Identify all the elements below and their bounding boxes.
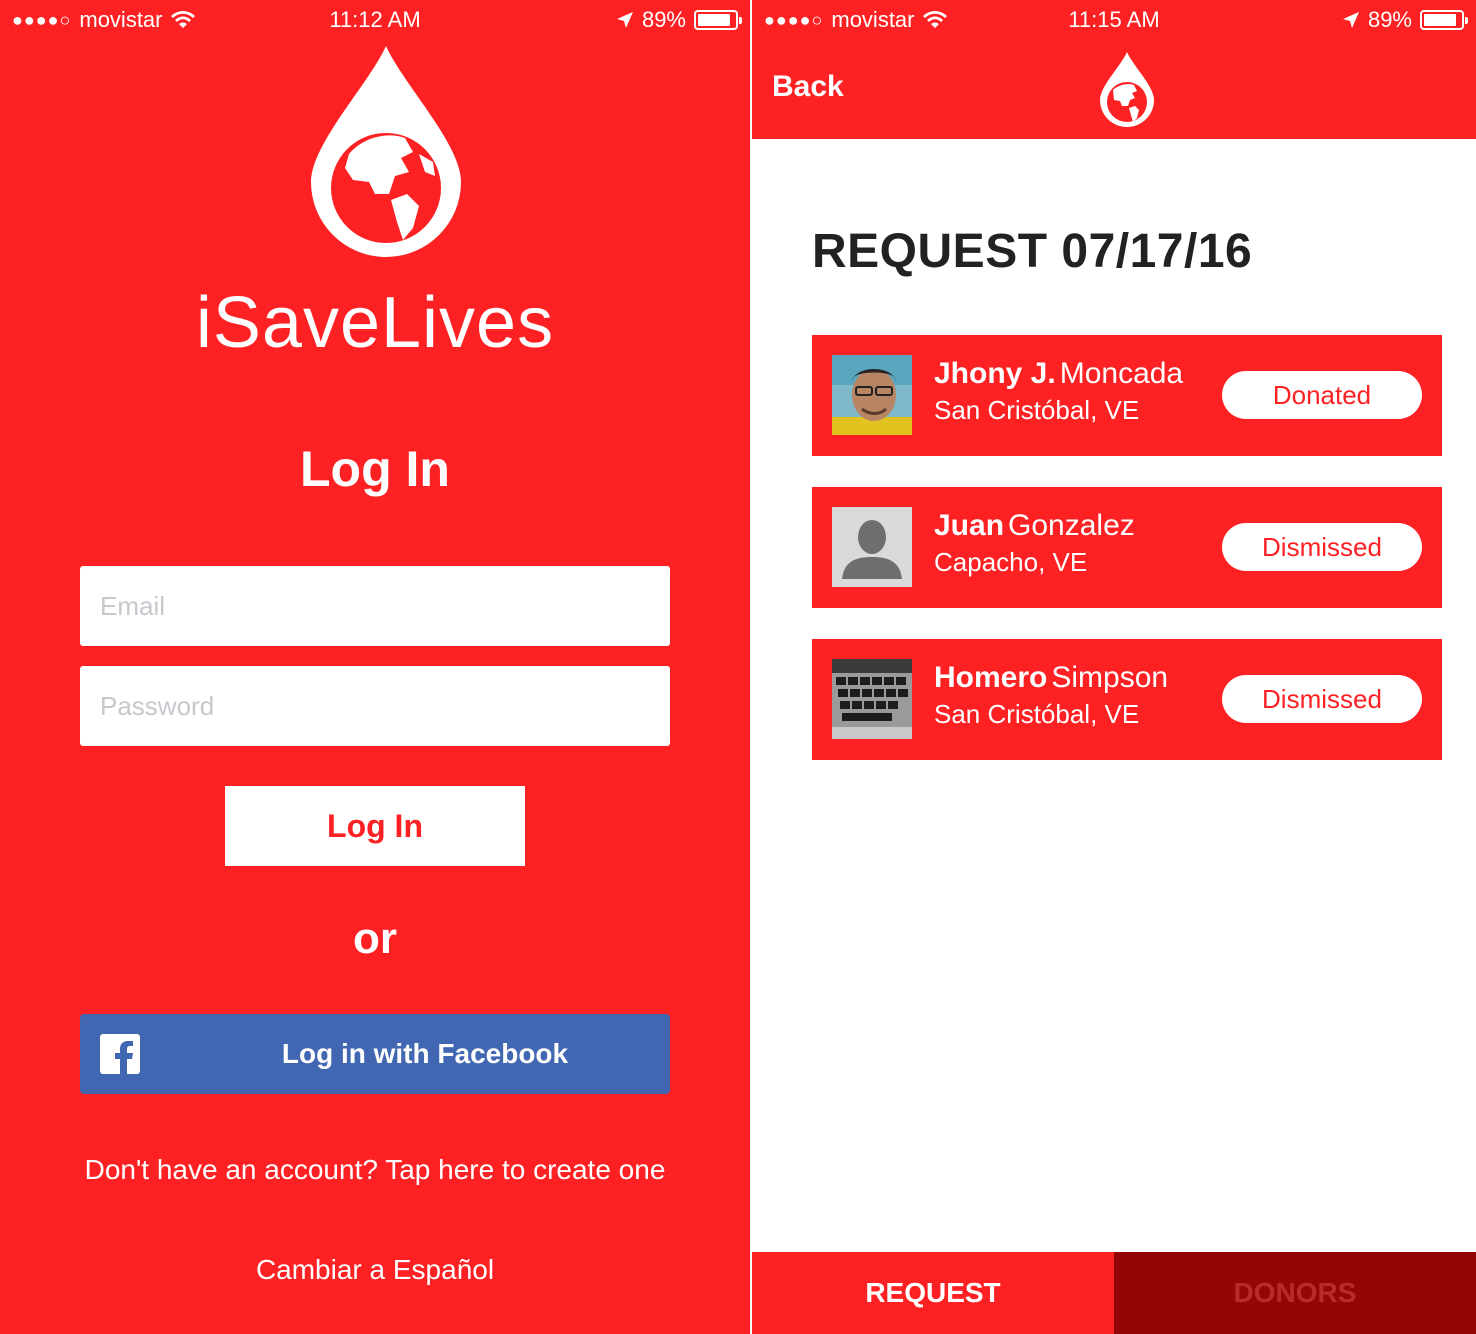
language-switch-link[interactable]: Cambiar a Español xyxy=(0,1254,750,1286)
status-bar: ●●●●○ movistar 11:15 AM 89% xyxy=(752,0,1476,40)
battery-percent: 89% xyxy=(641,7,686,32)
donor-location: San Cristóbal, VE xyxy=(934,395,1140,425)
donor-name: Homero Simpson xyxy=(934,661,1169,694)
donor-location: San Cristóbal, VE xyxy=(934,699,1140,729)
bottom-tab-bar: REQUEST DONORS xyxy=(752,1252,1476,1334)
tab-donors[interactable]: DONORS xyxy=(1114,1252,1476,1334)
facebook-icon xyxy=(100,1034,140,1074)
donor-card[interactable]: Juan Gonzalez Capacho, VE Dismissed xyxy=(812,487,1442,608)
login-screen: ●●●●○ movistar 11:12 AM 89% iSaveLives L… xyxy=(0,0,750,1334)
donor-card[interactable]: Homero Simpson San Cristóbal, VE Dismisse… xyxy=(812,639,1442,760)
request-title: REQUEST 07/17/16 xyxy=(812,225,1253,278)
app-name: iSaveLives xyxy=(195,283,555,363)
battery-icon xyxy=(694,10,742,30)
donor-name: Jhony J. Moncada xyxy=(934,357,1184,390)
location-arrow-icon xyxy=(1342,12,1359,28)
password-field[interactable] xyxy=(80,666,670,746)
navigation-bar: ●●●●○ movistar 11:15 AM 89% Back xyxy=(752,0,1476,139)
default-user-avatar-icon xyxy=(832,507,912,587)
blood-drop-globe-logo xyxy=(1097,48,1157,128)
donor-card[interactable]: Jhony J. Moncada San Cristóbal, VE Donate… xyxy=(812,335,1442,456)
donor-status-badge[interactable]: Dismissed xyxy=(1222,523,1422,571)
battery-percent: 89% xyxy=(1367,7,1412,32)
email-field[interactable] xyxy=(80,566,670,646)
blood-drop-globe-logo xyxy=(311,46,461,257)
status-bar: ●●●●○ movistar 11:12 AM 89% xyxy=(0,0,750,40)
tab-request[interactable]: REQUEST xyxy=(752,1252,1114,1334)
donor-name: Juan Gonzalez xyxy=(934,509,1135,542)
facebook-login-button[interactable]: Log in with Facebook xyxy=(80,1014,670,1094)
battery-icon xyxy=(1420,10,1468,30)
create-account-link[interactable]: Don't have an account? Tap here to creat… xyxy=(0,1154,750,1186)
or-separator: or xyxy=(353,914,397,963)
location-arrow-icon xyxy=(616,12,633,28)
request-screen: ●●●●○ movistar 11:15 AM 89% Back REQUEST… xyxy=(752,0,1476,1334)
donor-status-badge[interactable]: Dismissed xyxy=(1222,675,1422,723)
donor-location: Capacho, VE xyxy=(934,547,1088,577)
page-title: Log In xyxy=(300,441,450,497)
login-button[interactable]: Log In xyxy=(225,786,525,866)
donor-status-badge[interactable]: Donated xyxy=(1222,371,1422,419)
facebook-button-label: Log in with Facebook xyxy=(281,1038,569,1069)
back-button[interactable]: Back xyxy=(772,70,844,104)
donor-avatar-photo xyxy=(832,355,912,435)
donor-avatar-keyboard-photo xyxy=(832,659,912,739)
